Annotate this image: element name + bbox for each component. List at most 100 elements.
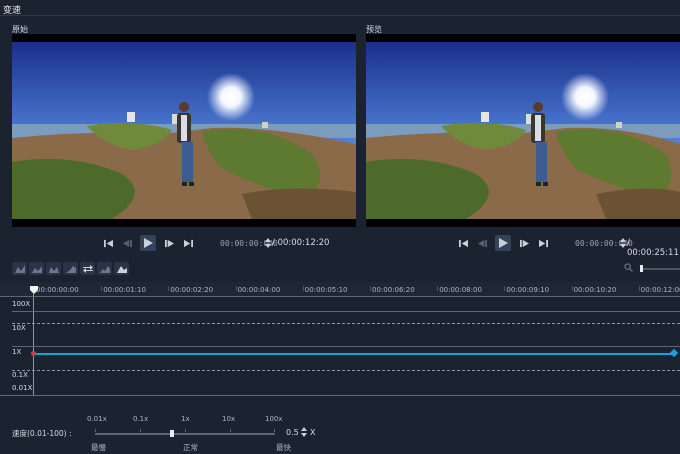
original-next-frame-button[interactable] — [162, 236, 176, 250]
spin-up-icon — [265, 238, 271, 242]
speed-graph[interactable]: 100X 10X 1X 0.1X 0.01X — [0, 296, 680, 396]
keyframe-reset-icon — [99, 265, 110, 273]
spin-down-icon — [265, 244, 271, 248]
add-keyframe-button[interactable] — [12, 262, 27, 275]
caption-fastest: 最快 — [276, 443, 291, 452]
ruler-tick-mark — [638, 286, 640, 291]
swap-keyframe-button[interactable] — [80, 262, 95, 275]
speed-curve[interactable] — [34, 353, 674, 355]
caption-slowest: 最慢 — [91, 443, 106, 452]
preview-duration: / 00:00:25:11 — [627, 238, 679, 258]
y-label-0-01x: 0.01X — [12, 384, 33, 392]
magnifier-icon — [624, 263, 633, 272]
speed-curve-button[interactable] — [114, 262, 129, 275]
swap-icon — [82, 264, 93, 273]
gridline-10x — [12, 323, 680, 324]
original-video — [12, 34, 356, 227]
title-divider — [0, 15, 680, 16]
play-icon — [144, 238, 153, 248]
y-label-1x: 1X — [12, 348, 22, 356]
keyframe-remove-icon — [31, 265, 42, 273]
original-timecode-spinner[interactable] — [265, 238, 271, 248]
spin-up-icon — [301, 427, 307, 431]
original-go-to-start-button[interactable] — [101, 236, 115, 250]
speed-slider-tick — [230, 429, 231, 432]
ruler-tick-label: 00:00:00:00 — [36, 286, 79, 294]
playhead-icon — [30, 286, 38, 294]
ruler-tick-label: 00:00:09:10 — [506, 286, 550, 294]
preview-go-to-start-button[interactable] — [456, 236, 470, 250]
original-duration: / 00:00:12:20 — [272, 238, 330, 248]
keyframe-next-icon — [65, 265, 76, 273]
ruler-tick-mark — [571, 286, 573, 291]
playhead-handle[interactable] — [30, 286, 38, 294]
y-label-0-1x: 0.1X — [12, 371, 28, 379]
speed-slider-thumb[interactable] — [170, 430, 174, 437]
ruler-tick-mark — [437, 286, 439, 291]
keyframe-prev-icon — [48, 266, 59, 273]
zoom-slider-thumb[interactable] — [640, 265, 643, 272]
ruler-tick-mark — [504, 286, 506, 291]
preview-next-frame-button[interactable] — [517, 236, 531, 250]
ruler-tick-label: 00:00:05:10 — [304, 286, 348, 294]
y-label-10x: 10X — [12, 324, 26, 332]
step-back-icon — [477, 239, 487, 247]
speed-value-input[interactable]: 0.5 — [286, 428, 299, 437]
spin-down-icon — [301, 433, 307, 437]
speed-label: 速度(0.01-100) : — [12, 429, 72, 438]
gridline-100x — [12, 311, 680, 312]
step-forward-icon — [519, 239, 529, 247]
skip-end-icon — [538, 239, 548, 247]
speed-mark-1x: 1x — [181, 415, 190, 423]
speed-curve-icon — [116, 265, 127, 273]
remove-keyframe-button[interactable] — [29, 262, 44, 275]
step-forward-icon — [164, 239, 174, 247]
skip-start-icon — [103, 239, 113, 247]
prev-keyframe-button[interactable] — [46, 262, 61, 275]
graph-top-border — [0, 296, 680, 297]
y-label-100x: 100X — [12, 300, 31, 308]
zoom-out-icon[interactable] — [624, 263, 633, 272]
speed-value-spinner[interactable] — [301, 427, 307, 437]
keyframe-add-icon — [14, 264, 25, 273]
ruler-tick-mark — [302, 286, 304, 291]
gridline-1x-top — [12, 346, 680, 347]
ruler-tick-label: 00:00:08:00 — [439, 286, 482, 294]
gridline-0-1x — [12, 370, 680, 371]
speed-slider-track[interactable] — [95, 433, 275, 435]
zoom-slider-track[interactable] — [640, 268, 680, 270]
original-play-button[interactable] — [140, 235, 156, 251]
original-prev-frame-button[interactable] — [120, 236, 134, 250]
speed-mark-0-1x: 0.1x — [133, 415, 149, 423]
ruler-tick-mark — [168, 286, 170, 291]
original-video-frame — [12, 42, 356, 219]
reset-keyframe-button[interactable] — [97, 262, 112, 275]
preview-play-button[interactable] — [495, 235, 511, 251]
ruler-tick-label: 00:00:02:20 — [170, 286, 214, 294]
spin-up-icon — [620, 238, 626, 242]
ruler-tick-label: 00:00:06:20 — [372, 286, 415, 294]
step-back-icon — [122, 239, 132, 247]
spin-down-icon — [620, 244, 626, 248]
speed-mark-10x: 10x — [222, 415, 236, 423]
speed-mark-0-01x: 0.01x — [87, 415, 107, 423]
ruler-tick-label: 00:00:10:20 — [573, 286, 617, 294]
end-keyframe[interactable] — [669, 348, 679, 358]
next-keyframe-button[interactable] — [63, 262, 78, 275]
ruler-tick-label: 00:00:04:00 — [237, 286, 281, 294]
skip-start-icon — [458, 239, 468, 247]
speed-slider-tick — [274, 429, 275, 432]
ruler-tick-mark — [235, 286, 237, 291]
original-go-to-end-button[interactable] — [181, 236, 195, 250]
preview-timecode-spinner[interactable] — [620, 238, 626, 248]
preview-prev-frame-button[interactable] — [475, 236, 489, 250]
start-keyframe[interactable] — [31, 351, 36, 356]
preview-video-frame — [366, 42, 680, 219]
speed-slider-tick — [140, 429, 141, 432]
speed-mark-100x: 100x — [265, 415, 283, 423]
preview-go-to-end-button[interactable] — [536, 236, 550, 250]
speed-slider-tick — [95, 429, 96, 432]
ruler-tick-mark — [101, 286, 103, 291]
speed-slider-tick — [185, 429, 186, 432]
ruler-tick-label: 00:00:12:00 — [640, 286, 680, 294]
